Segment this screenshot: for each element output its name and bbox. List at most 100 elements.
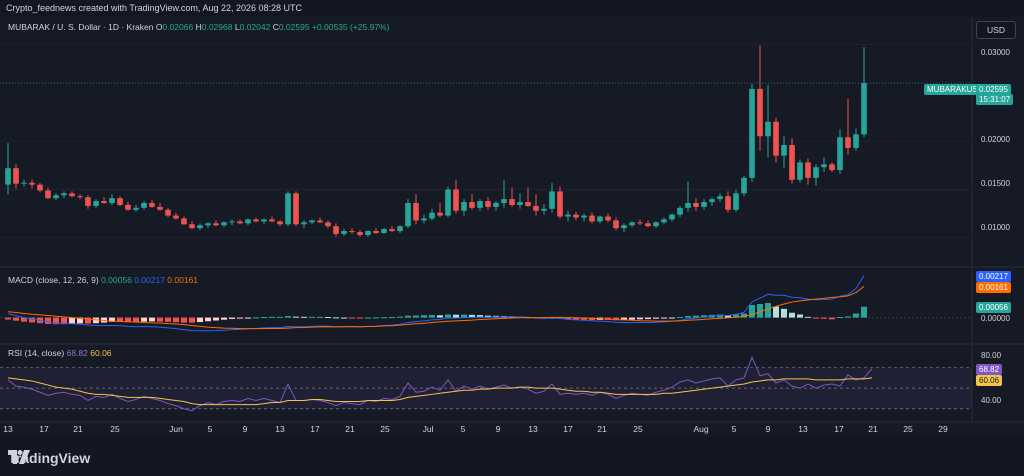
candle xyxy=(373,228,379,234)
candle-body xyxy=(813,167,819,178)
candle-body xyxy=(213,223,219,226)
candle xyxy=(557,186,563,219)
macd-hist-bar xyxy=(237,317,243,319)
candle-body xyxy=(565,214,571,217)
candle xyxy=(501,179,507,208)
time-tick: 13 xyxy=(275,424,285,434)
macd-hist-bar xyxy=(429,315,435,318)
candle-body xyxy=(21,182,27,184)
time-tick: 5 xyxy=(461,424,466,434)
candle-body xyxy=(645,223,651,227)
chart-area[interactable]: 13 17 21 25 Jun 5 9 13 17 21 25 Jul 5 9 13 17 21 25 Aug 5 9 1… xyxy=(0,17,1024,437)
macd-hist-bar xyxy=(781,308,787,318)
candle-body xyxy=(29,182,35,185)
time-tick: 13 xyxy=(528,424,538,434)
candle xyxy=(533,194,539,216)
candle-body xyxy=(613,220,619,229)
candle xyxy=(157,203,163,211)
macd-hist-bar xyxy=(293,316,299,318)
chart-svg[interactable]: 13 17 21 25 Jun 5 9 13 17 21 25 Jul 5 9 13 17 21 25 Aug 5 9 1… xyxy=(0,17,1024,437)
header-bar: Crypto_feednews created with TradingView… xyxy=(0,0,1024,17)
candle-body xyxy=(453,189,459,211)
candle xyxy=(365,230,371,237)
macd-hist-bar xyxy=(69,317,75,324)
time-tick: 25 xyxy=(380,424,390,434)
candle-body xyxy=(285,193,291,225)
candle xyxy=(797,159,803,183)
macd-hist-value: 0.00056 xyxy=(101,275,132,285)
candle-body xyxy=(781,144,787,156)
candle xyxy=(613,217,619,231)
candle xyxy=(221,221,227,228)
macd-hist-bar xyxy=(773,306,779,318)
macd-hist-bar xyxy=(685,316,691,318)
candle-body xyxy=(373,231,379,233)
time-tick: 25 xyxy=(110,424,120,434)
candle-body xyxy=(853,134,859,148)
currency-button[interactable]: USD xyxy=(976,21,1016,39)
candle-body xyxy=(149,203,155,207)
time-tick: 17 xyxy=(563,424,573,434)
candle-body xyxy=(541,208,547,211)
time-tick: 13 xyxy=(3,424,13,434)
candle-body xyxy=(669,214,675,220)
macd-hist-bar xyxy=(149,317,155,322)
rsi-tag: 68.82 xyxy=(976,364,1003,375)
candle xyxy=(437,203,443,218)
candle-body xyxy=(141,203,147,208)
candle-body xyxy=(709,199,715,203)
time-tick: 17 xyxy=(310,424,320,434)
candle-body xyxy=(517,202,523,205)
candle-body xyxy=(349,231,355,233)
candle xyxy=(421,214,427,224)
macd-hist-bar xyxy=(445,314,451,318)
time-tick: Jun xyxy=(169,424,183,434)
macd-hist-bar xyxy=(389,317,395,319)
candle-body xyxy=(557,191,563,217)
candle-body xyxy=(605,216,611,221)
macd-hist-bar xyxy=(181,317,187,323)
macd-hist-bar xyxy=(637,317,643,320)
candle xyxy=(853,128,859,151)
candle xyxy=(245,218,251,226)
macd-hist-bar xyxy=(277,316,283,318)
candle xyxy=(445,186,451,218)
candle-body xyxy=(685,203,691,208)
candle xyxy=(269,216,275,223)
macd-hist-bar xyxy=(165,317,171,322)
candle xyxy=(589,212,595,224)
footer-bar xyxy=(0,437,1024,476)
candle-body xyxy=(725,196,731,210)
macd-hist-bar xyxy=(669,317,675,319)
candle xyxy=(189,221,195,230)
macd-hist-bar xyxy=(269,316,275,318)
header-caption: Crypto_feednews created with TradingView… xyxy=(6,3,303,13)
candle-body xyxy=(757,88,763,137)
candle xyxy=(541,203,547,215)
candle-body xyxy=(629,222,635,226)
candle xyxy=(229,219,235,226)
candle xyxy=(405,199,411,229)
candle-body xyxy=(837,137,843,171)
macd-hist-bar xyxy=(213,317,219,321)
candle-body xyxy=(77,196,83,198)
macd-hist-bar xyxy=(373,317,379,319)
macd-hist-bar xyxy=(381,317,387,319)
candle xyxy=(181,216,187,226)
tradingview-logo[interactable]: TradingView xyxy=(8,450,90,466)
change-value: +0.00535 (+25.97%) xyxy=(311,22,390,32)
macd-hist-bar xyxy=(301,316,307,318)
time-tick: 21 xyxy=(597,424,607,434)
candle xyxy=(765,85,771,158)
time-tick: 25 xyxy=(903,424,913,434)
macd-hist-bar xyxy=(365,317,371,319)
macd-hist-bar xyxy=(677,317,683,319)
candle-body xyxy=(293,193,299,225)
candle-body xyxy=(317,220,323,223)
candle-body xyxy=(85,197,91,206)
candle xyxy=(261,218,267,225)
macd-hist-bar xyxy=(805,316,811,318)
candle-body xyxy=(749,88,755,178)
macd-hist-bar xyxy=(349,317,355,319)
candle-body xyxy=(357,232,363,235)
